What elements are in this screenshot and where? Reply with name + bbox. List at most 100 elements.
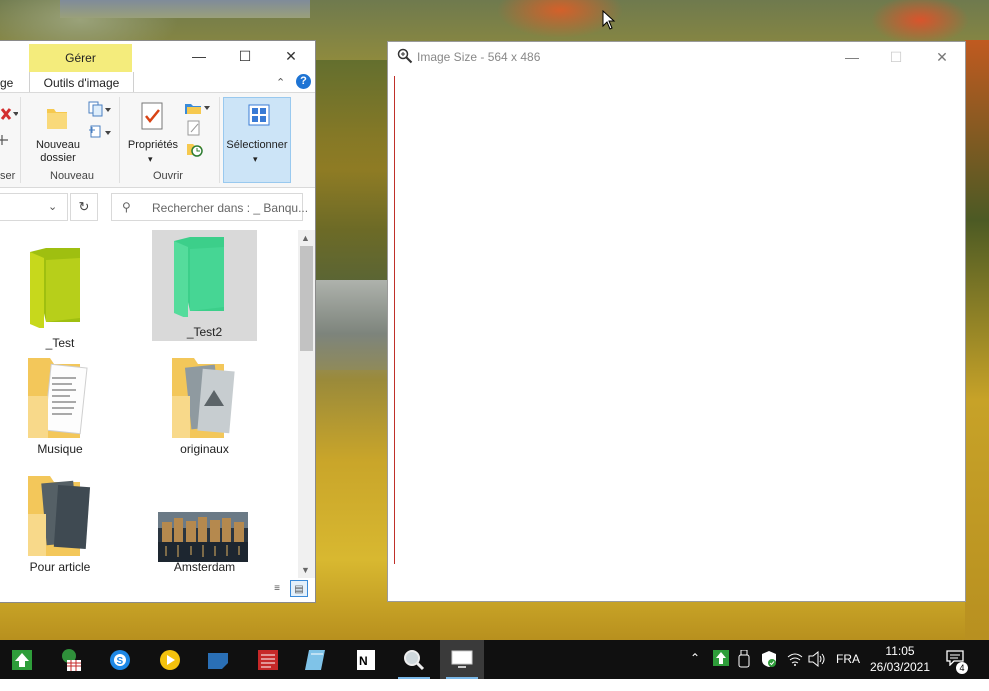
new-folder-label-1: Nouveau <box>35 139 81 151</box>
tab-partial[interactable]: ge <box>0 76 13 90</box>
item-label: originaux <box>180 442 229 456</box>
clock[interactable]: 11:05 26/03/2021 <box>866 643 934 675</box>
taskbar-app-notepad[interactable]: N <box>344 640 388 679</box>
ribbon-separator <box>20 97 21 183</box>
easy-access-icon[interactable] <box>88 124 112 143</box>
spreadsheet-tree-icon <box>62 649 81 671</box>
close-icon: ✕ <box>285 48 297 64</box>
media-player-icon <box>160 650 180 670</box>
taskbar-app-notepad-glass[interactable] <box>294 640 338 679</box>
edit-icon[interactable] <box>186 120 202 139</box>
wallpaper-mountains <box>60 0 310 18</box>
wifi-icon[interactable] <box>787 652 803 691</box>
ribbon-separator <box>219 97 220 183</box>
tray-update-icon[interactable] <box>713 650 729 689</box>
list-item[interactable]: _Test2 <box>152 230 257 341</box>
image-thumbnail-icon <box>158 512 248 565</box>
scroll-up-icon[interactable]: ▲ <box>301 233 310 243</box>
minimize-button[interactable]: — <box>832 46 872 68</box>
delete-icon[interactable] <box>0 107 19 124</box>
taskbar-app-monitor[interactable] <box>440 640 484 679</box>
update-arrow-icon <box>12 650 32 670</box>
properties-dropdown-icon[interactable]: ▾ <box>148 153 153 166</box>
taskbar-app-magnifier[interactable] <box>392 640 436 679</box>
properties-icon[interactable] <box>140 101 164 134</box>
select-button[interactable]: Sélectionner ▾ <box>223 97 291 183</box>
list-item[interactable]: Musique <box>8 356 112 466</box>
list-item[interactable]: Pour article <box>8 474 112 578</box>
close-button[interactable]: ✕ <box>268 45 314 67</box>
skype-icon: S <box>110 650 130 670</box>
tab-outils-image[interactable]: Outils d'image <box>29 72 134 92</box>
taskbar-app-news[interactable] <box>246 640 290 679</box>
file-explorer-window: Gérer ge Outils d'image — ☐ ✕ ⌃ ? ser No… <box>0 41 315 602</box>
scroll-down-icon[interactable]: ▼ <box>301 565 310 575</box>
magnifier-icon <box>397 48 413 67</box>
new-folder-button[interactable]: Nouveau dossier <box>33 139 83 165</box>
help-icon[interactable]: ? <box>296 74 311 89</box>
search-input[interactable]: ⚲ Rechercher dans : _ Banqu... <box>111 193 308 221</box>
new-folder-label-2: dossier <box>40 152 76 164</box>
folder-icon <box>28 246 84 331</box>
properties-button[interactable]: Propriétés <box>124 139 182 152</box>
file-list: _Test _Test2 Musique originaux Pour arti… <box>0 230 298 578</box>
folder-with-photos-icon <box>170 356 236 445</box>
item-label: Amsterdam <box>173 560 236 574</box>
volume-icon[interactable] <box>808 650 826 690</box>
notepad-glass-icon <box>305 650 325 670</box>
wallpaper-lake <box>316 280 388 370</box>
clock-time: 11:05 <box>885 644 915 658</box>
maximize-button[interactable]: ☐ <box>876 46 916 68</box>
new-folder-icon[interactable] <box>45 103 69 134</box>
list-item[interactable]: originaux <box>152 356 257 466</box>
taskbar-app-media[interactable] <box>148 640 192 679</box>
details-view-icon[interactable]: ≡ <box>268 580 286 597</box>
close-button[interactable]: ✕ <box>922 46 962 68</box>
new-item-icon[interactable] <box>88 101 112 120</box>
security-shield-icon[interactable] <box>761 650 777 689</box>
show-hidden-icons-icon[interactable]: ⌃ <box>690 651 700 690</box>
history-icon[interactable] <box>186 141 204 160</box>
language-indicator[interactable]: FRA <box>836 652 860 666</box>
list-item[interactable]: Amsterdam <box>152 474 257 578</box>
taskbar-app-sticky[interactable] <box>196 640 240 679</box>
refresh-icon: ↻ <box>78 199 90 214</box>
size-guide-line <box>394 76 395 564</box>
maximize-icon: ☐ <box>238 48 252 64</box>
item-label: _Test <box>45 336 75 350</box>
folder-with-photos-icon <box>26 474 92 563</box>
refresh-button[interactable]: ↻ <box>70 193 98 221</box>
taskbar-app-spreadsheet[interactable] <box>48 640 92 679</box>
select-icon <box>248 104 270 129</box>
chevron-down-icon[interactable]: ⌄ <box>48 200 57 213</box>
group-label-nouveau: Nouveau <box>50 170 95 182</box>
notepad-n-icon: N <box>357 650 375 670</box>
tab-gerer[interactable]: Gérer <box>29 44 132 72</box>
maximize-icon: ☐ <box>889 49 903 65</box>
minimize-icon: — <box>845 49 859 65</box>
taskbar-app-skype[interactable]: S <box>98 640 142 679</box>
open-icon[interactable] <box>184 101 210 118</box>
clock-date: 26/03/2021 <box>869 660 931 674</box>
collapse-ribbon-icon[interactable]: ⌃ <box>276 76 285 89</box>
ribbon: ser Nouveau dossier Nouveau Propriétés ▾ <box>0 92 315 188</box>
address-row: ⌄ ↻ ⚲ Rechercher dans : _ Banqu... <box>0 193 315 223</box>
window-title: Image Size - 564 x 486 <box>417 50 541 64</box>
notification-count-badge: 4 <box>956 662 968 674</box>
rename-icon[interactable] <box>0 133 10 150</box>
search-placeholder: Rechercher dans : _ Banqu... <box>152 201 309 215</box>
item-label: Pour article <box>29 560 91 574</box>
svg-text:S: S <box>117 656 124 667</box>
address-bar[interactable]: ⌄ <box>0 193 68 221</box>
wallpaper-trees <box>316 60 388 280</box>
taskbar-app-update[interactable] <box>0 640 44 679</box>
list-item[interactable]: _Test <box>8 236 112 351</box>
item-label: Musique <box>37 442 83 456</box>
close-icon: ✕ <box>936 49 948 65</box>
maximize-button[interactable]: ☐ <box>222 45 268 67</box>
usb-icon[interactable] <box>738 649 750 689</box>
svg-text:N: N <box>359 654 368 668</box>
scroll-thumb[interactable] <box>300 246 313 351</box>
large-icons-view-icon[interactable]: ▤ <box>290 580 308 597</box>
minimize-button[interactable]: — <box>176 45 222 67</box>
